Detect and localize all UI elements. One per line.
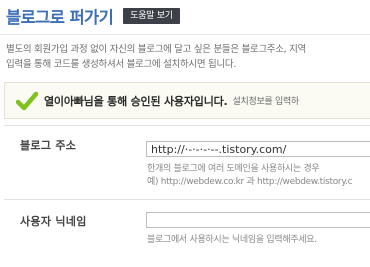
description-line-1: 별도의 회원가입 과정 없이 자신의 블로그에 달고 싶은 분들은 블로그주소,… bbox=[6, 44, 306, 55]
blog-address-help: 한개의 블로그에 여러 도메인을 사용하시는 경우 예) http://webd… bbox=[147, 163, 353, 189]
header-divider bbox=[0, 34, 370, 35]
checkmark-icon bbox=[16, 91, 38, 110]
approval-message: 열이아빠님을 통해 승인된 사용자입니다. bbox=[44, 94, 228, 108]
nickname-label: 사용자 닉네임 bbox=[20, 215, 87, 228]
page-title: 블로그로 퍼가기 bbox=[6, 8, 114, 27]
description-line-2: 입력을 통해 코드를 생성하셔서 블로그에 설치하시면 됩니다. bbox=[6, 59, 237, 70]
blog-address-help-line-2: 예) http://webdew.co.kr 과 http://webdew.t… bbox=[147, 177, 353, 187]
blog-address-input[interactable] bbox=[146, 141, 370, 157]
intro-description: 별도의 회원가입 과정 없이 자신의 블로그에 달고 싶은 분들은 블로그주소,… bbox=[6, 42, 370, 72]
nickname-help: 블로그에서 사용하시는 닉네임을 입력해주세요. bbox=[147, 235, 317, 245]
help-button[interactable]: 도움말 보기 bbox=[123, 8, 180, 24]
approval-hint: 설치정보를 입력하 bbox=[232, 97, 300, 107]
blog-address-help-line-1: 한개의 블로그에 여러 도메인을 사용하시는 경우 bbox=[147, 164, 320, 174]
nickname-input[interactable] bbox=[146, 212, 370, 228]
section-divider bbox=[4, 125, 370, 126]
blog-address-label: 블로그 주소 bbox=[20, 139, 77, 152]
page-header: 블로그로 퍼가기 도움말 보기 bbox=[6, 4, 180, 28]
field-divider bbox=[4, 199, 370, 200]
approval-notice: 열이아빠님을 통해 승인된 사용자입니다. 설치정보를 입력하 bbox=[4, 82, 370, 119]
